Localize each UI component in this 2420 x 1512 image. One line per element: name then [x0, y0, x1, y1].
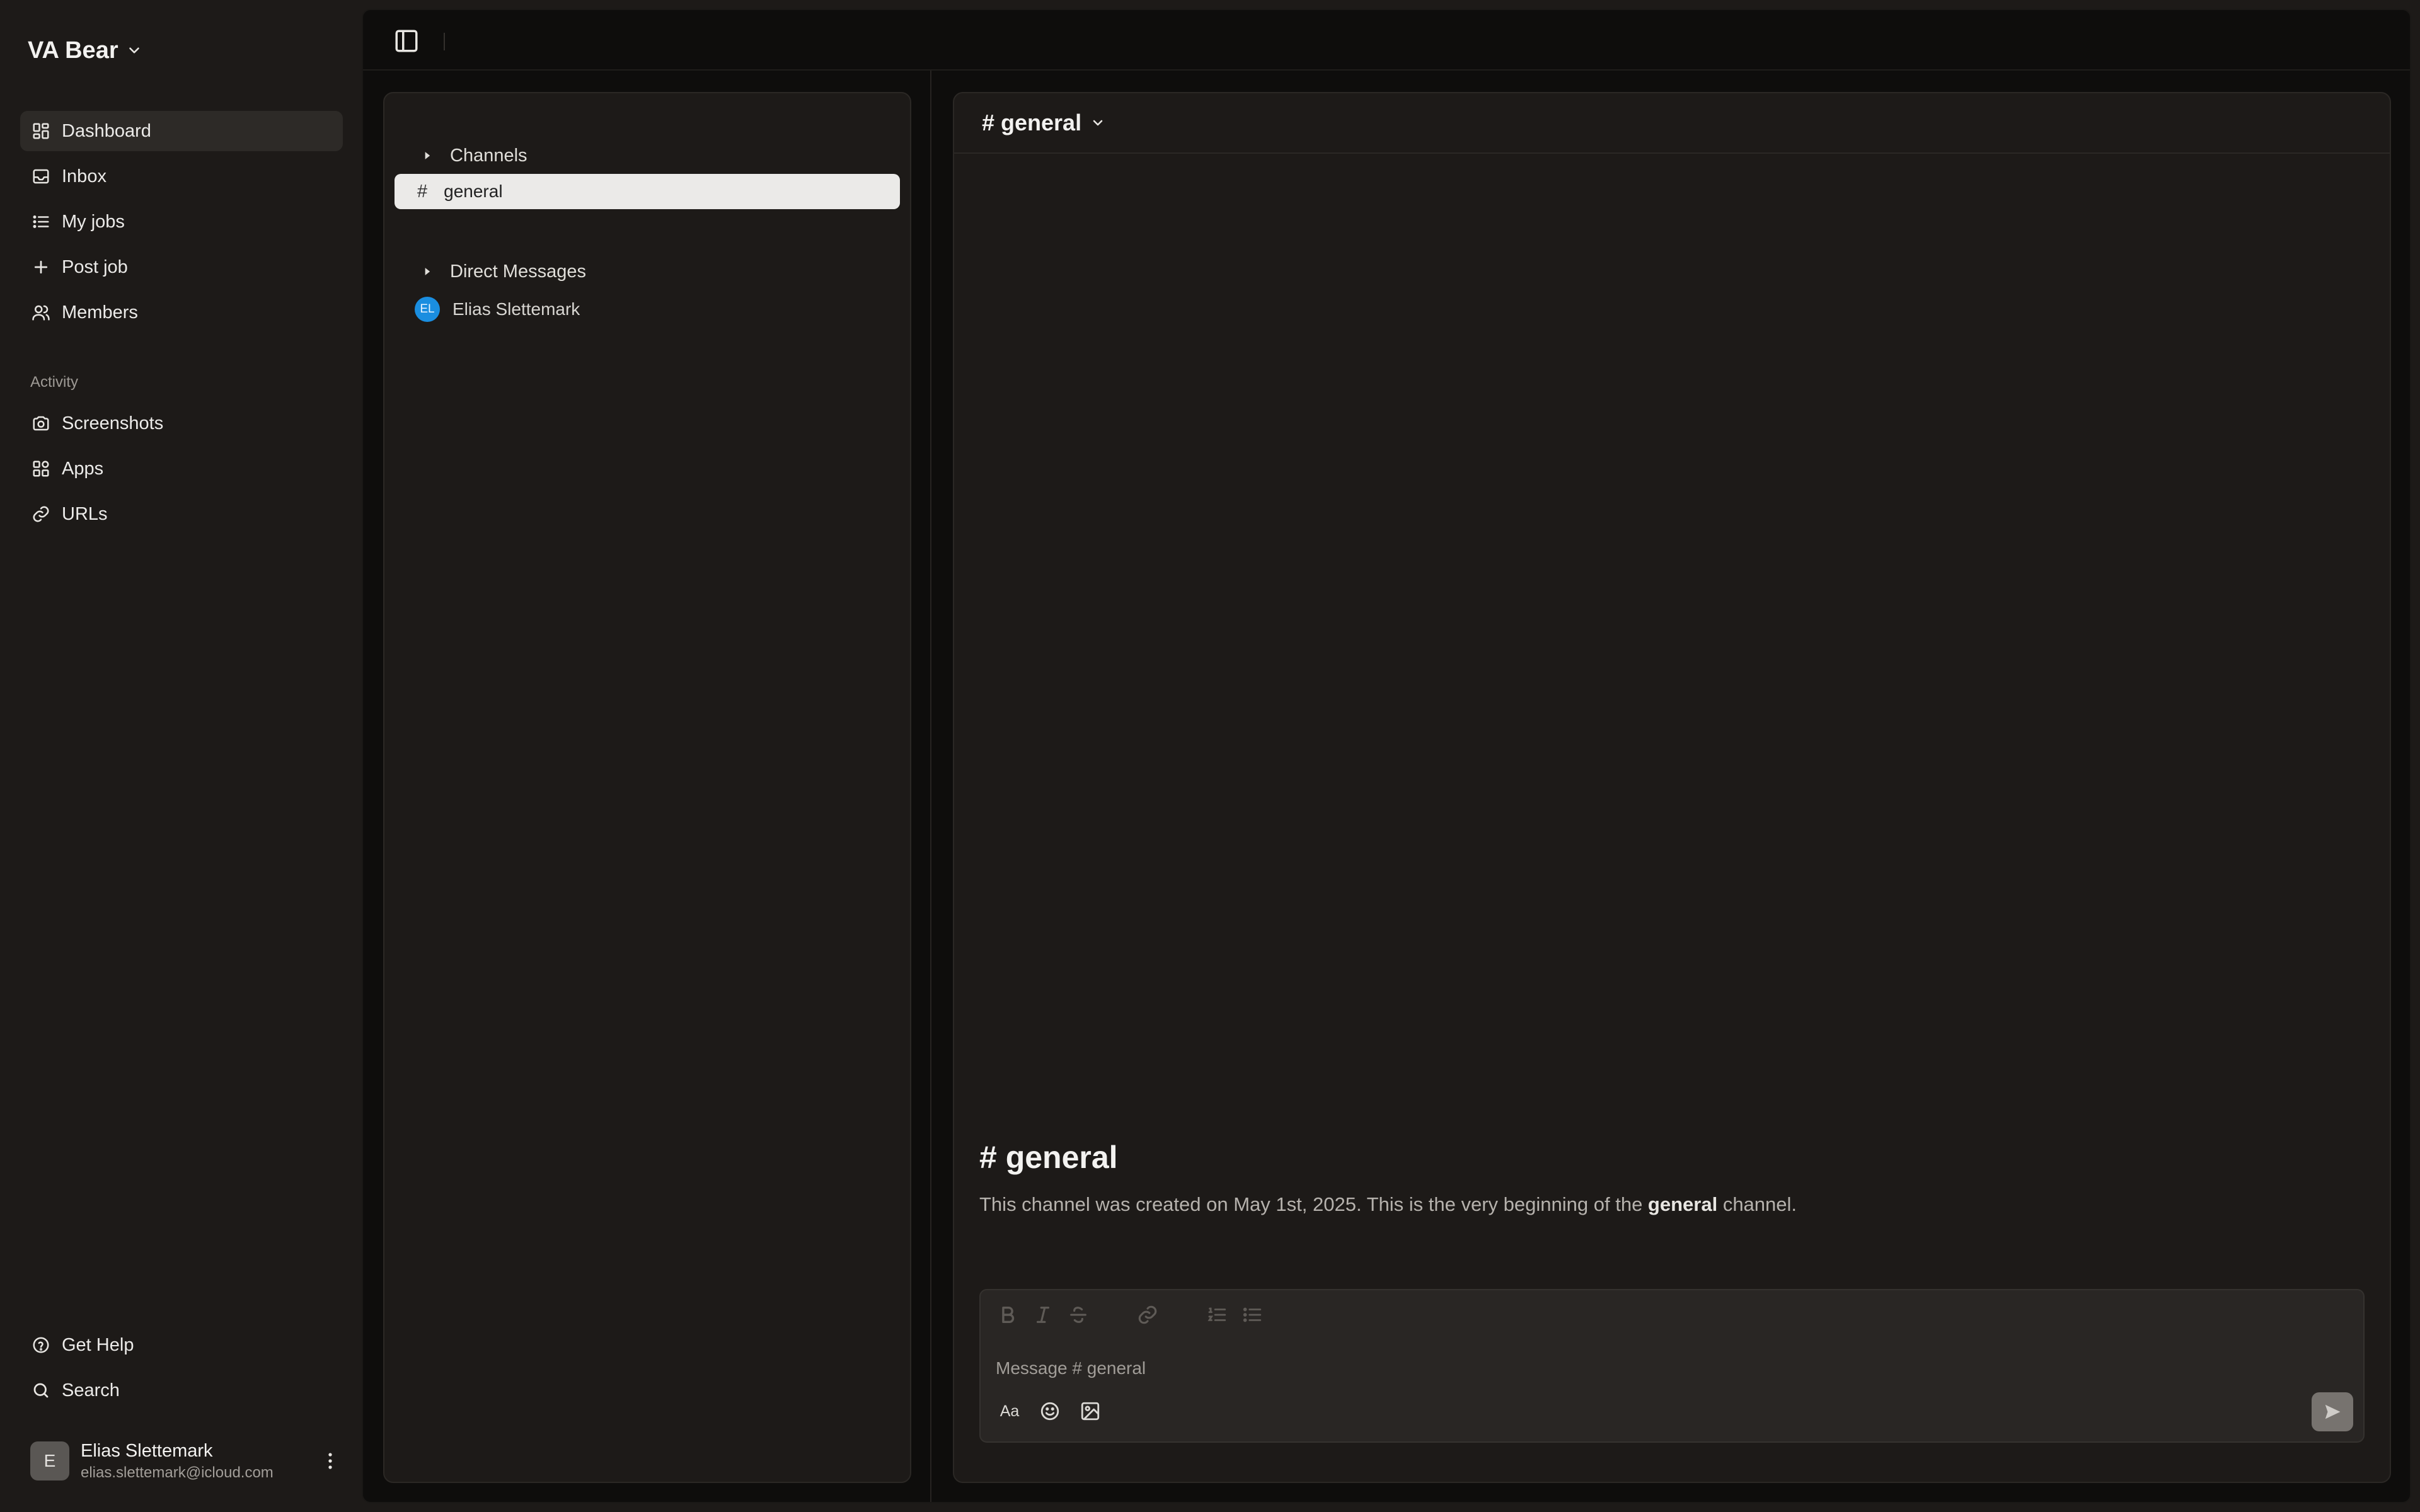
- message-composer: Aa: [979, 1289, 2365, 1443]
- dashboard-icon: [33, 123, 49, 139]
- nav-item-apps[interactable]: Apps: [20, 449, 343, 489]
- footer-nav: Get Help Search: [20, 1325, 343, 1416]
- nav-item-screenshots[interactable]: Screenshots: [20, 403, 343, 444]
- channels-group-toggle[interactable]: Channels: [421, 140, 527, 171]
- apps-icon: [33, 461, 49, 477]
- plus-icon: [34, 260, 48, 274]
- camera-icon: [33, 416, 49, 431]
- intro-text-channel: general: [1647, 1193, 1718, 1215]
- direct-messages-header: Direct Messages: [450, 261, 586, 282]
- nav-item-members[interactable]: Members: [20, 292, 343, 333]
- text-format-icon: Aa: [1000, 1402, 1020, 1420]
- bold-icon[interactable]: [997, 1304, 1018, 1326]
- inbox-icon: [33, 169, 49, 184]
- sidebar-toggle-icon: [395, 30, 418, 52]
- image-upload-button[interactable]: [1078, 1399, 1103, 1424]
- channel-title: # general: [982, 110, 1082, 135]
- nav-item-label: Post job: [62, 256, 128, 277]
- nav-item-inbox[interactable]: Inbox: [20, 156, 343, 197]
- intro-text-before: This channel was created on May 1st, 202…: [979, 1193, 1648, 1215]
- channel-item-general[interactable]: # general: [395, 174, 900, 209]
- sidebar-toggle-button[interactable]: [391, 25, 422, 57]
- activity-section-label: Activity: [30, 374, 79, 391]
- main-area: Channels # general Direct Messages EL El…: [362, 9, 2411, 1503]
- avatar: E: [30, 1441, 69, 1480]
- channel-title-dropdown[interactable]: # general: [982, 107, 1105, 139]
- image-icon: [1081, 1402, 1100, 1421]
- nav-item-urls[interactable]: URLs: [20, 494, 343, 534]
- send-icon: [2325, 1404, 2341, 1419]
- text-format-button[interactable]: Aa: [997, 1399, 1022, 1424]
- channels-header: Channels: [450, 145, 527, 166]
- intro-text-after: channel.: [1717, 1193, 1797, 1215]
- top-bar: [363, 10, 2410, 71]
- chevron-down-icon: [129, 47, 139, 54]
- nav-item-label: My jobs: [62, 211, 125, 232]
- nav-item-label: Dashboard: [62, 120, 151, 141]
- caret-right-icon: [425, 268, 430, 275]
- list-icon: [33, 215, 49, 228]
- nav-item-label: Search: [62, 1380, 120, 1400]
- channel-name: general: [444, 181, 503, 201]
- channel-intro-text: This channel was created on May 1st, 202…: [979, 1193, 2366, 1216]
- link-icon[interactable]: [1137, 1304, 1158, 1326]
- panel-divider[interactable]: [930, 71, 931, 1502]
- italic-icon[interactable]: [1032, 1304, 1054, 1326]
- nav-item-label: Members: [62, 302, 138, 323]
- chat-header: # general: [954, 93, 2390, 154]
- nav-item-label: URLs: [62, 503, 108, 524]
- link-icon: [33, 506, 49, 522]
- nav-item-label: Get Help: [62, 1334, 134, 1355]
- hash-icon: #: [417, 181, 428, 202]
- nav-item-label: Inbox: [62, 166, 107, 186]
- strikethrough-icon[interactable]: [1068, 1304, 1089, 1326]
- nav-item-post-job[interactable]: Post job: [20, 247, 343, 287]
- chat-panel: # general # general This channel was cre…: [953, 92, 2391, 1483]
- bullet-list-icon[interactable]: [1242, 1304, 1263, 1326]
- caret-right-icon: [425, 152, 430, 159]
- dm-name: Elias Slettemark: [452, 299, 580, 319]
- nav-item-label: Apps: [62, 458, 104, 479]
- emoji-icon: [1040, 1402, 1059, 1421]
- channel-list-panel: Channels # general Direct Messages EL El…: [383, 92, 911, 1483]
- search-icon: [33, 1383, 49, 1398]
- direct-messages-group-toggle[interactable]: Direct Messages: [421, 256, 586, 287]
- avatar: EL: [415, 297, 440, 322]
- nav-item-my-jobs[interactable]: My jobs: [20, 202, 343, 242]
- user-info: Elias Slettemark elias.slettemark@icloud…: [81, 1441, 306, 1482]
- dm-item-elias[interactable]: EL Elias Slettemark: [415, 294, 580, 325]
- help-icon: [33, 1337, 49, 1353]
- users-icon: [32, 305, 50, 321]
- nav-item-get-help[interactable]: Get Help: [20, 1325, 343, 1365]
- emoji-button[interactable]: [1037, 1399, 1063, 1424]
- workspace-switcher[interactable]: VA Bear: [28, 33, 142, 68]
- ordered-list-icon[interactable]: [1206, 1304, 1228, 1326]
- toolbar-divider: [444, 33, 445, 50]
- user-email: elias.slettemark@icloud.com: [81, 1463, 274, 1481]
- more-vertical-icon[interactable]: [318, 1448, 343, 1474]
- activity-nav: Screenshots Apps URLs: [20, 403, 343, 539]
- user-name: Elias Slettemark: [81, 1440, 213, 1461]
- primary-nav: Dashboard Inbox My jobs Post job Members: [20, 111, 343, 338]
- nav-item-search[interactable]: Search: [20, 1370, 343, 1411]
- workspace-name: VA Bear: [28, 37, 118, 64]
- sidebar: VA Bear Dashboard Inbox My jobs Post job…: [0, 0, 362, 1512]
- user-account[interactable]: E Elias Slettemark elias.slettemark@iclo…: [30, 1440, 343, 1482]
- nav-item-dashboard[interactable]: Dashboard: [20, 111, 343, 151]
- message-input[interactable]: [996, 1354, 2256, 1382]
- channel-intro-title: # general: [979, 1140, 1118, 1175]
- chevron-down-icon: [1093, 120, 1103, 126]
- nav-item-label: Screenshots: [62, 413, 164, 433]
- send-button[interactable]: [2312, 1392, 2353, 1431]
